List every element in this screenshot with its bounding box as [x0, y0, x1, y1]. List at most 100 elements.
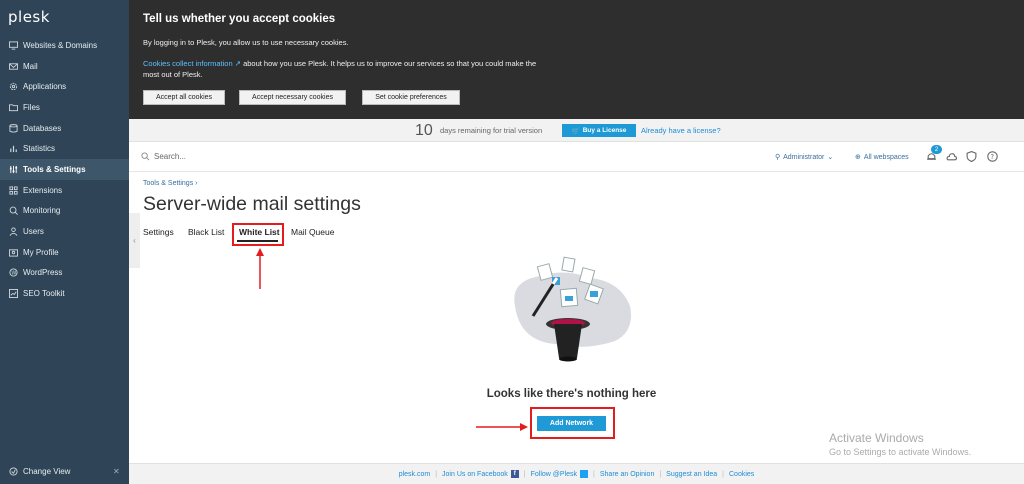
- administrator-label: Administrator: [783, 153, 825, 161]
- already-have-license-link[interactable]: Already have a license?: [641, 126, 721, 135]
- collapse-sidebar-toggle[interactable]: ‹: [129, 213, 140, 268]
- sidebar-item-extensions[interactable]: Extensions: [0, 180, 129, 201]
- globe-icon: ⊕: [855, 154, 861, 161]
- monitoring-icon: [8, 206, 18, 216]
- windows-activation-title: Activate Windows: [829, 431, 924, 445]
- trial-days-count: 10: [415, 122, 433, 139]
- sidebar-item-label: Users: [23, 227, 44, 237]
- footer-separator: |: [659, 470, 662, 478]
- cookie-info: Cookies collect information ↗ about how …: [143, 58, 543, 80]
- cookie-title: Tell us whether you accept cookies: [143, 13, 336, 25]
- webspaces-menu[interactable]: ⊕ All webspaces: [855, 153, 909, 162]
- shield-icon[interactable]: [966, 151, 977, 162]
- twitter-label: Follow @Plesk: [530, 470, 578, 478]
- facebook-label: Join Us on Facebook: [442, 470, 508, 478]
- svg-text:W: W: [11, 271, 16, 277]
- footer-link-cookies[interactable]: Cookies: [729, 471, 754, 478]
- sidebar-item-label: Files: [23, 102, 40, 112]
- footer: plesk.com | Join Us on Facebook f | Follo…: [129, 463, 1024, 484]
- footer-link-facebook[interactable]: Join Us on Facebook f: [442, 470, 519, 478]
- footer-link-share-opinion[interactable]: Share an Opinion: [600, 471, 654, 478]
- mail-icon: [8, 61, 18, 71]
- top-header: Search... ⚲ Administrator ⌄ ⊕ All webspa…: [129, 142, 1024, 172]
- sidebar-item-files[interactable]: Files: [0, 97, 129, 118]
- plesk-logo[interactable]: plesk: [8, 8, 50, 26]
- footer-separator: |: [722, 470, 724, 478]
- cart-icon: 🛒: [571, 127, 580, 135]
- facebook-icon: f: [510, 470, 519, 478]
- search-icon: [141, 152, 150, 161]
- sliders-icon: [8, 164, 18, 174]
- buy-license-button[interactable]: 🛒 Buy a License: [562, 124, 636, 137]
- sidebar-nav: Websites & Domains Mail Applications Fil…: [0, 35, 129, 304]
- twitter-icon: [580, 470, 589, 478]
- sidebar-item-label: Tools & Settings: [23, 164, 86, 174]
- sidebar: plesk Websites & Domains Mail Applicatio…: [0, 0, 129, 484]
- tab-black-list[interactable]: Black List: [188, 227, 224, 237]
- cookies-info-link[interactable]: Cookies collect information: [143, 59, 233, 68]
- accept-necessary-cookies-button[interactable]: Accept necessary cookies: [239, 90, 346, 105]
- seo-icon: [8, 289, 18, 299]
- sidebar-item-label: My Profile: [23, 247, 59, 257]
- sidebar-item-mail[interactable]: Mail: [0, 56, 129, 77]
- database-icon: [8, 123, 18, 133]
- set-cookie-preferences-button[interactable]: Set cookie preferences: [362, 90, 460, 105]
- tab-mail-queue[interactable]: Mail Queue: [291, 227, 334, 237]
- chevron-down-icon: ⌄: [827, 154, 834, 161]
- cookie-banner: Tell us whether you accept cookies By lo…: [129, 0, 1024, 119]
- sidebar-item-my-profile[interactable]: My Profile: [0, 242, 129, 263]
- sidebar-item-label: Applications: [23, 82, 67, 92]
- windows-activation-text: Go to Settings to activate Windows.: [829, 447, 972, 457]
- change-view-icon: [8, 466, 18, 476]
- sidebar-item-users[interactable]: Users: [0, 221, 129, 242]
- sidebar-item-label: WordPress: [23, 268, 63, 278]
- breadcrumb: Tools & Settings ›: [143, 180, 198, 187]
- accept-all-cookies-button[interactable]: Accept all cookies: [143, 90, 225, 105]
- sidebar-item-statistics[interactable]: Statistics: [0, 138, 129, 159]
- highlight-box-add-network: [530, 407, 615, 439]
- sidebar-item-websites-domains[interactable]: Websites & Domains: [0, 35, 129, 56]
- bar-chart-icon: [8, 144, 18, 154]
- trial-bar: 10 days remaining for trial version 🛒 Bu…: [129, 119, 1024, 142]
- monitor-icon: [8, 40, 18, 50]
- footer-separator: |: [435, 470, 438, 478]
- sidebar-item-label: Statistics: [23, 144, 56, 154]
- page-title: Server-wide mail settings: [143, 193, 361, 215]
- user-icon: [8, 227, 18, 237]
- search-input[interactable]: Search...: [141, 152, 186, 161]
- breadcrumb-separator: ›: [195, 180, 198, 187]
- cookie-text: By logging in to Plesk, you allow us to …: [143, 38, 349, 47]
- sidebar-item-tools-settings[interactable]: Tools & Settings: [0, 159, 129, 180]
- sidebar-item-databases[interactable]: Databases: [0, 118, 129, 139]
- empty-state-message: Looks like there's nothing here: [486, 388, 657, 400]
- change-view-label: Change View: [23, 466, 71, 476]
- footer-link-suggest-idea[interactable]: Suggest an Idea: [666, 471, 717, 478]
- sidebar-item-label: Monitoring: [23, 206, 61, 216]
- gear-icon: [8, 82, 18, 92]
- help-icon[interactable]: ?: [987, 151, 998, 162]
- trial-text: days remaining for trial version: [440, 126, 543, 135]
- footer-link-twitter[interactable]: Follow @Plesk: [530, 470, 589, 478]
- empty-state-illustration: [514, 256, 631, 362]
- sidebar-item-label: Mail: [23, 61, 38, 71]
- notifications-icon[interactable]: [926, 151, 937, 162]
- webspaces-label: All webspaces: [863, 153, 909, 161]
- sidebar-item-label: Websites & Domains: [23, 40, 98, 50]
- buy-license-label: Buy a License: [582, 127, 627, 134]
- wordpress-icon: W: [8, 268, 18, 278]
- breadcrumb-tools-settings[interactable]: Tools & Settings: [143, 180, 193, 187]
- tab-settings[interactable]: Settings: [143, 227, 174, 237]
- change-view-button[interactable]: Change View: [8, 466, 70, 476]
- search-placeholder: Search...: [154, 152, 187, 161]
- profile-icon: [8, 247, 18, 257]
- sidebar-item-monitoring[interactable]: Monitoring: [0, 201, 129, 222]
- close-icon[interactable]: ✕: [113, 467, 120, 476]
- sidebar-item-applications[interactable]: Applications: [0, 76, 129, 97]
- sidebar-item-label: Databases: [23, 123, 62, 133]
- footer-link-plesk[interactable]: plesk.com: [399, 471, 431, 478]
- administrator-menu[interactable]: ⚲ Administrator ⌄: [775, 153, 834, 162]
- user-icon: ⚲: [775, 154, 781, 161]
- sidebar-item-seo-toolkit[interactable]: SEO Toolkit: [0, 283, 129, 304]
- sidebar-item-wordpress[interactable]: W WordPress: [0, 263, 129, 284]
- cloud-icon[interactable]: [946, 151, 957, 162]
